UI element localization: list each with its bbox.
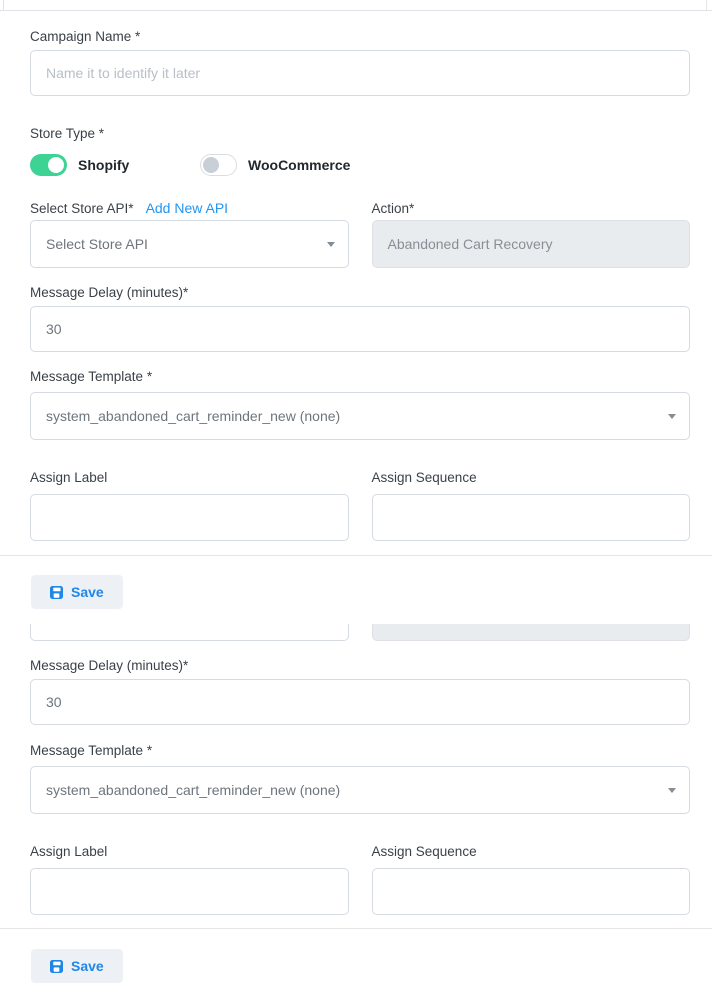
add-new-api-link[interactable]: Add New API [146, 201, 229, 216]
save-button[interactable]: Save [31, 575, 123, 609]
shopify-toggle[interactable] [30, 154, 67, 176]
chevron-down-icon [668, 414, 676, 419]
message-template-label: Message Template * [30, 743, 690, 758]
store-type-toggles: Shopify WooCommerce [30, 154, 690, 176]
card-top-border [0, 0, 712, 11]
message-delay-input[interactable] [30, 679, 690, 725]
save-button[interactable]: Save [31, 949, 123, 983]
assign-label-group: Assign Label [30, 470, 349, 541]
store-api-select[interactable]: Select Store API [30, 220, 349, 268]
clipped-fields-row [30, 624, 690, 641]
assign-sequence-label: Assign Sequence [372, 844, 691, 859]
woocommerce-label: WooCommerce [248, 154, 350, 176]
message-delay-group: Message Delay (minutes)* [30, 658, 690, 725]
shopify-toggle-item: Shopify [30, 154, 200, 176]
shopify-label: Shopify [78, 154, 129, 176]
campaign-name-group: Campaign Name * [30, 29, 690, 96]
assign-label-input[interactable] [30, 868, 349, 915]
woocommerce-toggle-item: WooCommerce [200, 154, 350, 176]
assign-sequence-label: Assign Sequence [372, 470, 691, 485]
campaign-form-2: Message Delay (minutes)* Message Templat… [0, 624, 712, 928]
store-type-group: Store Type * Shopify WooCommerce [30, 126, 690, 176]
message-template-label: Message Template * [30, 369, 690, 384]
assign-label-label: Assign Label [30, 470, 349, 485]
action-group: Action* Abandoned Cart Recovery [372, 201, 691, 268]
message-delay-label: Message Delay (minutes)* [30, 285, 690, 300]
assign-sequence-input[interactable] [372, 868, 691, 915]
message-delay-group: Message Delay (minutes)* [30, 285, 690, 352]
assign-label-input[interactable] [30, 494, 349, 541]
action-disabled-input [372, 624, 691, 641]
assign-sequence-input[interactable] [372, 494, 691, 541]
store-api-select[interactable] [30, 624, 349, 641]
assign-label-group: Assign Label [30, 844, 349, 915]
form-2-footer: Save [0, 929, 712, 983]
save-button-label: Save [71, 584, 104, 600]
toggle-knob [203, 157, 219, 173]
message-template-selected-value: system_abandoned_cart_reminder_new (none… [46, 408, 340, 424]
woocommerce-toggle[interactable] [200, 154, 237, 176]
save-button-label: Save [71, 958, 104, 974]
store-type-label: Store Type * [30, 126, 690, 141]
chevron-down-icon [668, 788, 676, 793]
action-label: Action* [372, 201, 691, 216]
assign-sequence-group: Assign Sequence [372, 844, 691, 915]
chevron-down-icon [327, 242, 335, 247]
campaign-form-1: Campaign Name * Store Type * Shopify Woo… [0, 11, 712, 555]
campaign-name-input[interactable] [30, 50, 690, 96]
save-icon [50, 960, 63, 973]
message-template-select[interactable]: system_abandoned_cart_reminder_new (none… [30, 766, 690, 814]
store-api-selected-value: Select Store API [46, 236, 148, 252]
message-template-group: Message Template * system_abandoned_cart… [30, 369, 690, 440]
store-api-label: Select Store API* [30, 201, 134, 216]
message-delay-label: Message Delay (minutes)* [30, 658, 690, 673]
message-delay-input[interactable] [30, 306, 690, 352]
assign-sequence-group: Assign Sequence [372, 470, 691, 541]
message-template-group: Message Template * system_abandoned_cart… [30, 743, 690, 814]
assign-row: Assign Label Assign Sequence [30, 470, 690, 555]
action-disabled-input: Abandoned Cart Recovery [372, 220, 691, 268]
assign-label-label: Assign Label [30, 844, 349, 859]
form-1-footer: Save [0, 556, 712, 609]
toggle-knob [48, 157, 64, 173]
action-value: Abandoned Cart Recovery [388, 236, 553, 252]
message-template-selected-value: system_abandoned_cart_reminder_new (none… [46, 782, 340, 798]
save-icon [50, 586, 63, 599]
assign-row: Assign Label Assign Sequence [30, 844, 690, 928]
campaign-name-label: Campaign Name * [30, 29, 690, 44]
api-action-row: Select Store API* Add New API Select Sto… [30, 201, 690, 268]
store-api-group: Select Store API* Add New API Select Sto… [30, 201, 349, 268]
message-template-select[interactable]: system_abandoned_cart_reminder_new (none… [30, 392, 690, 440]
